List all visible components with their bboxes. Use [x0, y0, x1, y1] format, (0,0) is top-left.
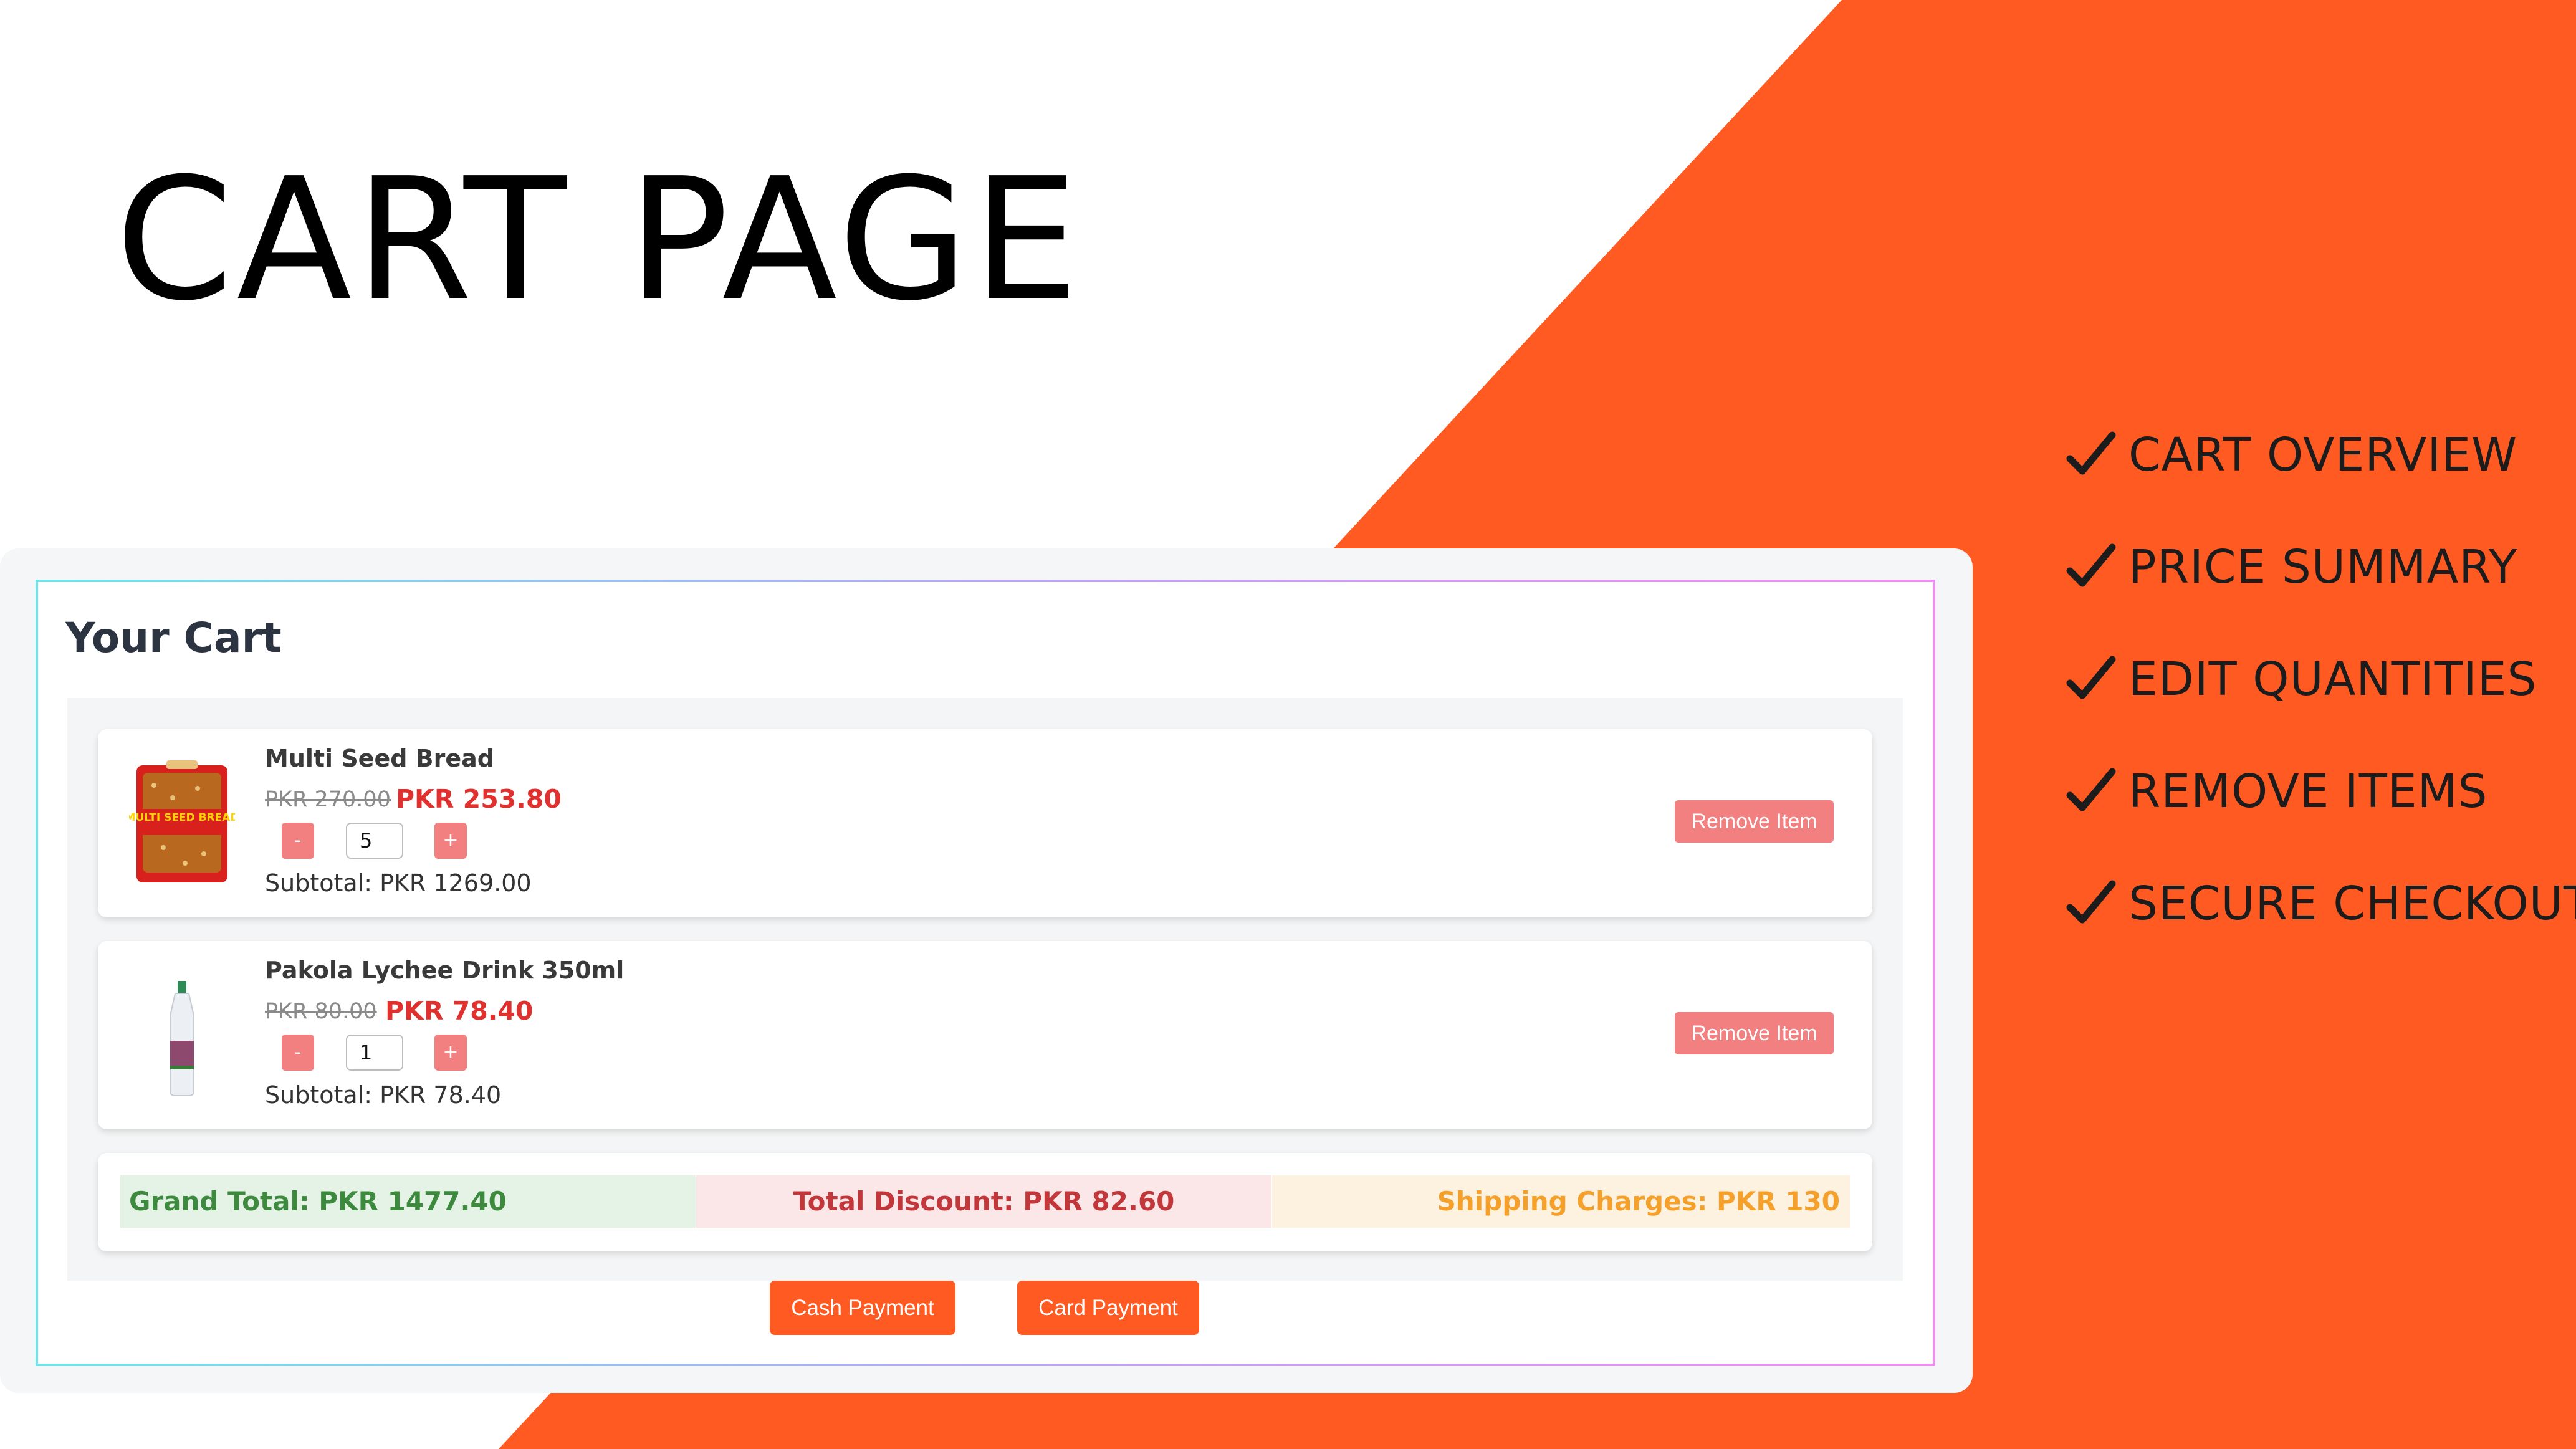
svg-text:MULTI SEED BREAD: MULTI SEED BREAD — [129, 811, 235, 824]
cart-item: MULTI SEED BREAD Multi Seed Bread PKR 27… — [98, 729, 1872, 917]
cart-totals: Grand Total: PKR 1477.40 Total Discount:… — [98, 1153, 1872, 1251]
product-name: Pakola Lychee Drink 350ml — [265, 957, 625, 984]
feature-label: CART OVERVIEW — [2128, 428, 2518, 482]
grand-total: Grand Total: PKR 1477.40 — [120, 1175, 696, 1228]
item-subtotal: Subtotal: PKR 1269.00 — [265, 869, 532, 897]
feature-list: CART OVERVIEW PRICE SUMMARY EDIT QUANTIT… — [2066, 399, 2576, 960]
cash-payment-button[interactable]: Cash Payment — [770, 1281, 955, 1335]
check-icon — [2066, 431, 2116, 475]
increase-quantity-button[interactable]: + — [434, 1035, 467, 1071]
increase-quantity-button[interactable]: + — [434, 823, 467, 859]
shipping-charges: Shipping Charges: PKR 130 — [1272, 1175, 1850, 1228]
quantity-input[interactable] — [346, 823, 403, 859]
feature-label: EDIT QUANTITIES — [2128, 653, 2537, 706]
feature-item-edit-quantities: EDIT QUANTITIES — [2066, 623, 2576, 735]
product-image-pakola-bottle — [170, 981, 194, 1096]
feature-item-cart-overview: CART OVERVIEW — [2066, 399, 2576, 511]
remove-item-button[interactable]: Remove Item — [1675, 800, 1834, 843]
feature-item-price-summary: PRICE SUMMARY — [2066, 511, 2576, 623]
discounted-price: PKR 253.80 — [396, 784, 562, 814]
check-icon — [2066, 543, 2116, 587]
feature-label: PRICE SUMMARY — [2128, 540, 2518, 594]
check-icon — [2066, 656, 2116, 699]
decrease-quantity-button[interactable]: - — [282, 1035, 314, 1071]
check-icon — [2066, 768, 2116, 811]
quantity-input[interactable] — [346, 1035, 403, 1071]
feature-label: SECURE CHECKOUT — [2128, 877, 2576, 930]
cart-title: Your Cart — [65, 614, 282, 662]
product-name: Multi Seed Bread — [265, 745, 494, 772]
discounted-price: PKR 78.40 — [385, 996, 534, 1026]
total-discount: Total Discount: PKR 82.60 — [696, 1175, 1271, 1228]
product-image-multi-seed-bread: MULTI SEED BREAD — [129, 760, 235, 882]
cart-item: Pakola Lychee Drink 350ml PKR 80.00 PKR … — [98, 941, 1872, 1129]
item-subtotal: Subtotal: PKR 78.40 — [265, 1081, 502, 1109]
feature-item-secure-checkout: SECURE CHECKOUT — [2066, 848, 2576, 960]
card-payment-button[interactable]: Card Payment — [1017, 1281, 1199, 1335]
remove-item-button[interactable]: Remove Item — [1675, 1012, 1834, 1054]
feature-label: REMOVE ITEMS — [2128, 765, 2488, 818]
page-headline: CART PAGE — [115, 141, 1083, 338]
original-price: PKR 80.00 — [265, 999, 377, 1024]
feature-item-remove-items: REMOVE ITEMS — [2066, 735, 2576, 848]
original-price: PKR 270.00 — [265, 787, 391, 812]
decrease-quantity-button[interactable]: - — [282, 823, 314, 859]
check-icon — [2066, 880, 2116, 924]
